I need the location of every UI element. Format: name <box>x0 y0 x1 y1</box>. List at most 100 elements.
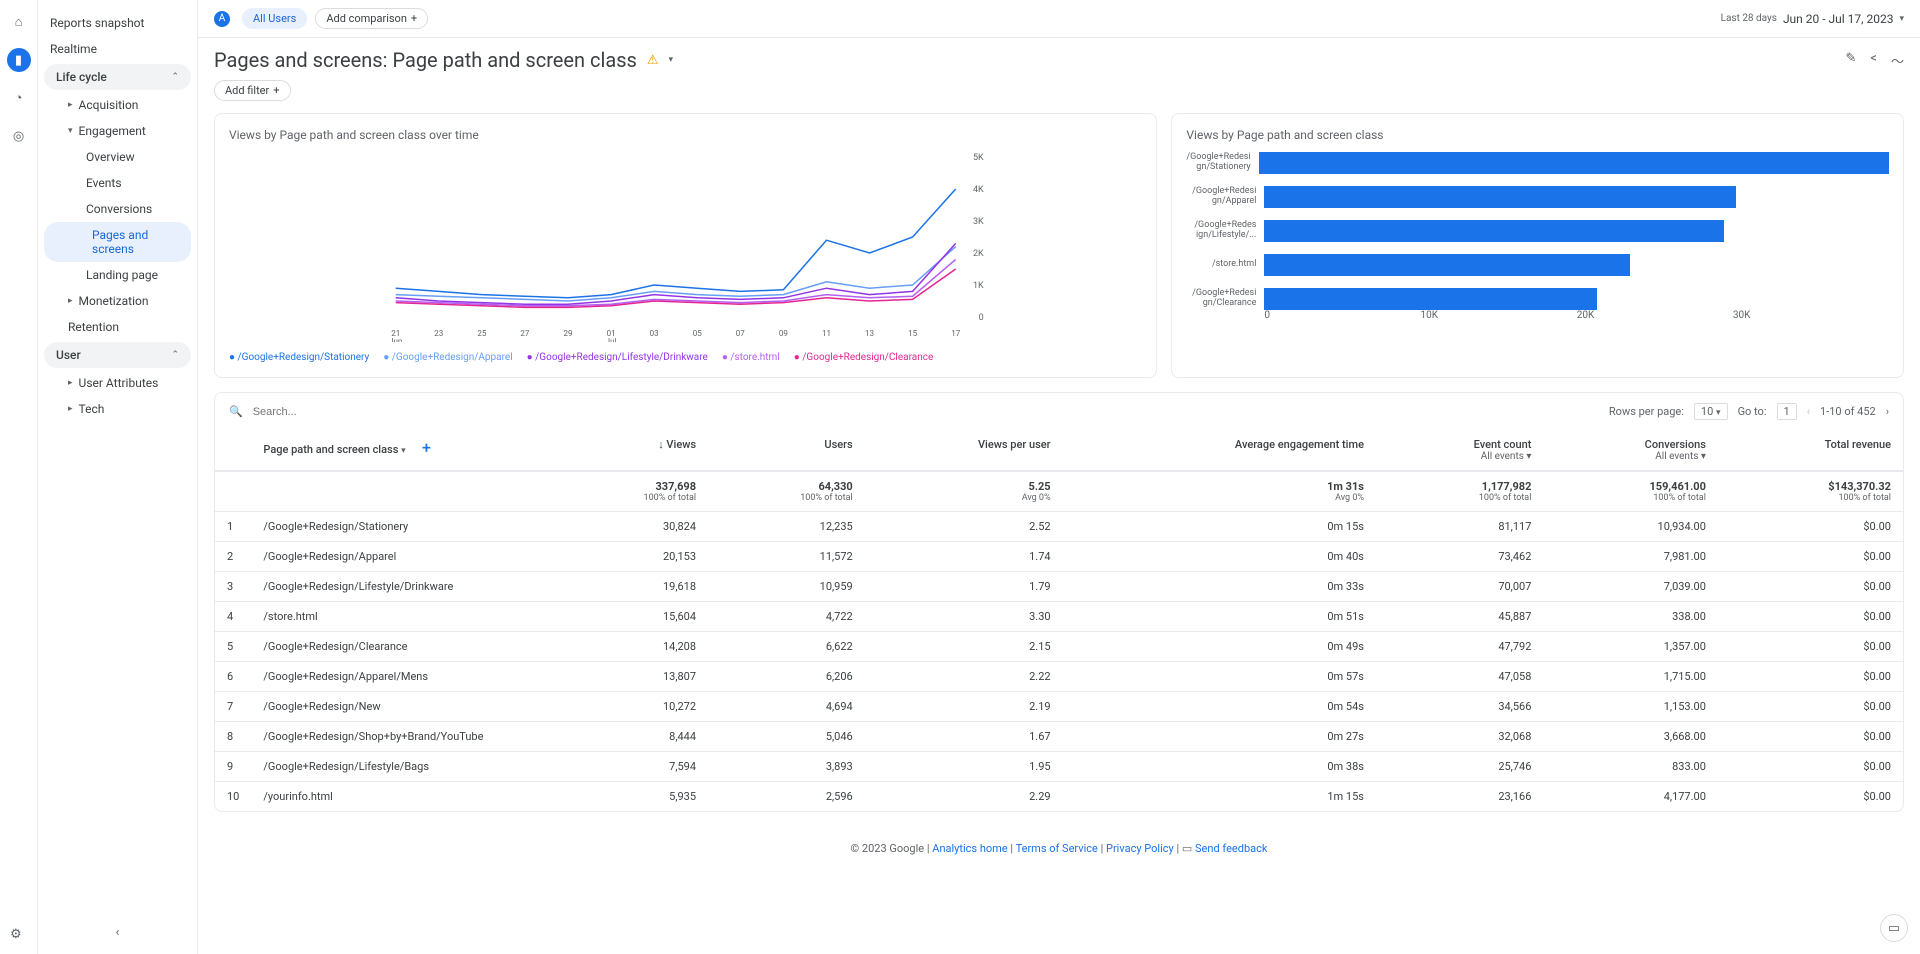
totals-row: 337,698100% of total 64,330100% of total… <box>215 471 1903 512</box>
svg-text:1K: 1K <box>973 281 984 291</box>
explore-icon[interactable]: ◔ <box>7 86 31 110</box>
bar-label: /store.html <box>1186 260 1256 270</box>
sidebar-group-user[interactable]: User⌃ <box>44 342 191 368</box>
add-dimension-button[interactable]: + <box>422 438 431 457</box>
search-input[interactable] <box>253 406 1599 418</box>
svg-text:Jul: Jul <box>606 337 617 342</box>
svg-text:09: 09 <box>779 329 788 338</box>
sidebar-collapse[interactable]: ‹ <box>38 911 197 954</box>
reports-icon[interactable]: ▮ <box>7 48 31 72</box>
footer-link-terms[interactable]: Terms of Service <box>1016 842 1098 855</box>
nav-rail: ⌂ ▮ ◔ ◎ <box>0 0 38 954</box>
feedback-button[interactable]: ▭ <box>1880 914 1908 942</box>
sidebar-item-tech[interactable]: ▸Tech <box>38 396 197 422</box>
table-row[interactable]: 9/Google+Redesign/Lifestyle/Bags7,5943,8… <box>215 752 1903 782</box>
main-content: A All Users Add comparison + Last 28 day… <box>198 0 1920 954</box>
footer-link-feedback[interactable]: Send feedback <box>1195 842 1267 855</box>
table-row[interactable]: 1/Google+Redesign/Stationery30,82412,235… <box>215 512 1903 542</box>
bar-row: /Google+Redesi gn/Clearance <box>1186 288 1889 310</box>
svg-text:25: 25 <box>477 329 486 338</box>
page-title: Pages and screens: Page path and screen … <box>214 48 637 72</box>
sidebar-item-pages[interactable]: Pages and screens <box>44 222 191 262</box>
legend-item[interactable]: /Google+Redesign/Lifestyle/Drinkware <box>527 352 708 363</box>
legend-item[interactable]: /Google+Redesign/Apparel <box>383 352 512 363</box>
legend-item[interactable]: /Google+Redesign/Clearance <box>794 352 934 363</box>
table-row[interactable]: 8/Google+Redesign/Shop+by+Brand/YouTube8… <box>215 722 1903 752</box>
customize-icon[interactable]: ✎ <box>1845 51 1856 70</box>
sidebar-group-lifecycle[interactable]: Life cycle⌃ <box>44 64 191 90</box>
footer-link-analytics[interactable]: Analytics home <box>932 842 1007 855</box>
table-row[interactable]: 5/Google+Redesign/Clearance14,2086,6222.… <box>215 632 1903 662</box>
sidebar-item-monetization[interactable]: ▸Monetization <box>38 288 197 314</box>
feedback-icon: ▭ <box>1182 842 1192 855</box>
add-filter-button[interactable]: Add filter + <box>214 80 291 101</box>
col-revenue[interactable]: Total revenue <box>1718 430 1903 471</box>
advertising-icon[interactable]: ◎ <box>7 124 31 148</box>
table-row[interactable]: 6/Google+Redesign/Apparel/Mens13,8076,20… <box>215 662 1903 692</box>
plus-icon: + <box>273 84 279 97</box>
prev-page-button[interactable]: ‹ <box>1807 405 1810 418</box>
legend-item[interactable]: /Google+Redesign/Stationery <box>229 352 369 363</box>
col-views[interactable]: ↓ Views <box>551 430 708 471</box>
chart-title: Views by Page path and screen class <box>1186 128 1889 142</box>
dimension-header[interactable]: Page path and screen class ▾ + <box>251 430 551 471</box>
sidebar-item-landing[interactable]: Landing page <box>38 262 197 288</box>
svg-text:17: 17 <box>951 329 960 338</box>
topbar: A All Users Add comparison + Last 28 day… <box>198 0 1920 38</box>
sidebar-item-events[interactable]: Events <box>38 170 197 196</box>
bar-row: /store.html <box>1186 254 1889 276</box>
bar-row: /Google+Redesi gn/Apparel <box>1186 186 1889 208</box>
plus-icon: + <box>411 12 417 25</box>
next-page-button[interactable]: › <box>1886 405 1889 418</box>
data-table-card: 🔍 Rows per page: 10 ▾ Go to: 1 ‹ 1-10 of… <box>214 392 1904 812</box>
search-icon: 🔍 <box>229 405 243 418</box>
add-comparison-button[interactable]: Add comparison + <box>315 8 428 29</box>
bar <box>1264 288 1597 310</box>
home-icon[interactable]: ⌂ <box>7 10 31 34</box>
sidebar-item-overview[interactable]: Overview <box>38 144 197 170</box>
col-event-count[interactable]: Event countAll events ▾ <box>1376 430 1543 471</box>
col-users[interactable]: Users <box>708 430 865 471</box>
admin-gear-icon[interactable]: ⚙ <box>10 927 22 942</box>
insights-icon[interactable]: 〜 <box>1891 51 1904 70</box>
bar-chart: /Google+Redesi gn/Stationery/Google+Rede… <box>1186 152 1889 310</box>
table-row[interactable]: 4/store.html15,6044,7223.300m 51s45,8873… <box>215 602 1903 632</box>
bar <box>1264 254 1629 276</box>
rows-per-page-select[interactable]: 10 ▾ <box>1694 403 1728 420</box>
table-row[interactable]: 2/Google+Redesign/Apparel20,15311,5721.7… <box>215 542 1903 572</box>
col-aet[interactable]: Average engagement time <box>1063 430 1376 471</box>
table-row[interactable]: 7/Google+Redesign/New10,2724,6942.190m 5… <box>215 692 1903 722</box>
sidebar-item-engagement[interactable]: ▾Engagement <box>38 118 197 144</box>
bar <box>1264 220 1723 242</box>
title-dropdown[interactable]: ▾ <box>669 55 674 65</box>
sidebar-item-user-attributes[interactable]: ▸User Attributes <box>38 370 197 396</box>
svg-text:5K: 5K <box>973 153 984 163</box>
bar-row: /Google+Redesi gn/Stationery <box>1186 152 1889 174</box>
chart-title: Views by Page path and screen class over… <box>229 128 1142 142</box>
footer-link-privacy[interactable]: Privacy Policy <box>1106 842 1174 855</box>
sidebar-item-reports-snapshot[interactable]: Reports snapshot <box>38 10 197 36</box>
sidebar-item-retention[interactable]: Retention <box>38 314 197 340</box>
svg-text:05: 05 <box>693 329 702 338</box>
line-chart-card: Views by Page path and screen class over… <box>214 113 1157 378</box>
bar <box>1259 152 1889 174</box>
rows-per-page-label: Rows per page: <box>1609 405 1684 418</box>
date-range-picker[interactable]: Last 28 days Jun 20 - Jul 17, 2023 ▾ <box>1721 12 1904 26</box>
bar <box>1264 186 1736 208</box>
warning-icon[interactable]: ⚠ <box>647 53 659 68</box>
col-vpu[interactable]: Views per user <box>865 430 1063 471</box>
sidebar-item-conversions[interactable]: Conversions <box>38 196 197 222</box>
svg-text:15: 15 <box>908 329 917 338</box>
col-conversions[interactable]: ConversionsAll events ▾ <box>1543 430 1718 471</box>
goto-input[interactable]: 1 <box>1777 403 1797 420</box>
share-icon[interactable]: < <box>1870 51 1877 70</box>
all-users-pill[interactable]: All Users <box>242 8 307 29</box>
table-row[interactable]: 10/yourinfo.html5,9352,5962.291m 15s23,1… <box>215 782 1903 812</box>
svg-text:27: 27 <box>520 329 529 338</box>
sidebar-item-acquisition[interactable]: ▸Acquisition <box>38 92 197 118</box>
table-row[interactable]: 3/Google+Redesign/Lifestyle/Drinkware19,… <box>215 572 1903 602</box>
svg-text:07: 07 <box>736 329 745 338</box>
legend-item[interactable]: /store.html <box>722 352 780 363</box>
sidebar: Reports snapshot Realtime Life cycle⌃ ▸A… <box>38 0 198 954</box>
sidebar-item-realtime[interactable]: Realtime <box>38 36 197 62</box>
